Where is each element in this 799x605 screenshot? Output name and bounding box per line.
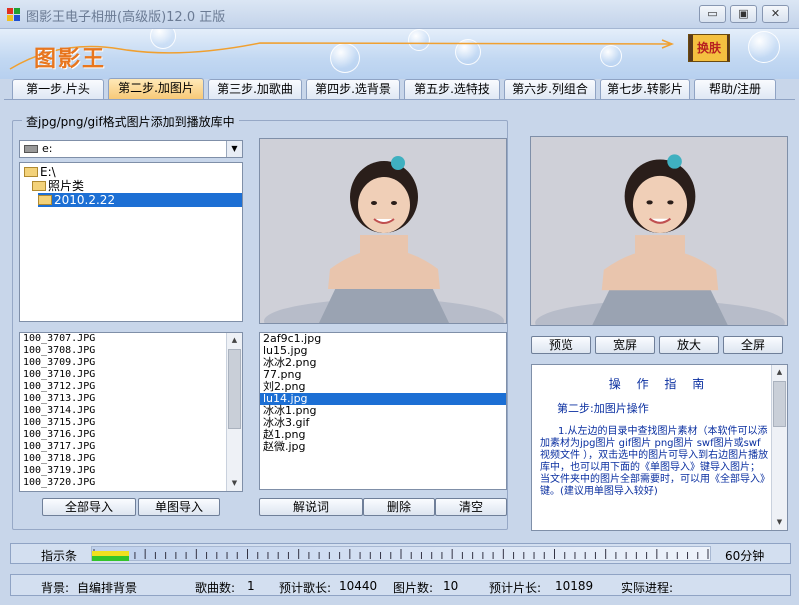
list-item[interactable]: 100_3712.JPG xyxy=(20,381,242,393)
status-pics-label: 图片数: xyxy=(393,581,434,595)
status-song-len-value: 10440 xyxy=(339,579,378,593)
tab-step5[interactable]: 第五步.选特技 xyxy=(404,79,500,99)
main-panel: 查jpg/png/gif格式图片添加到播放库中 e: ▼ E:\ 照片类 201… xyxy=(4,99,795,539)
import-single-button[interactable]: 单图导入 xyxy=(138,498,220,516)
play-library-list[interactable]: 2af9c1.jpg lu15.jpg 冰冰2.png 77.png 刘2.pn… xyxy=(259,332,507,490)
status-song-len-label: 预计歌长: xyxy=(279,581,332,595)
tab-step6[interactable]: 第六步.列组合 xyxy=(504,79,596,99)
indicator-label: 指示条 xyxy=(41,549,78,563)
folder-icon xyxy=(24,167,38,177)
status-bg-label: 背景: xyxy=(41,581,70,595)
portrait-photo xyxy=(260,139,506,323)
list-item[interactable]: 100_3714.JPG xyxy=(20,405,242,417)
guide-body: 1.从左边的目录中查找图片素材（本软件可以添加素材为jpg图片 gif图片 pn… xyxy=(540,426,769,497)
drive-value: e: xyxy=(42,142,53,155)
list-item[interactable]: 100_3718.JPG xyxy=(20,453,242,465)
list-item[interactable]: 100_3719.JPG xyxy=(20,465,242,477)
banner-swoosh xyxy=(9,39,675,70)
folder-icon xyxy=(32,181,46,191)
import-all-button[interactable]: 全部导入 xyxy=(42,498,136,516)
list-item[interactable]: 100_3707.JPG xyxy=(20,333,242,345)
fullscreen-button[interactable]: 全屏 xyxy=(723,336,783,354)
folder-tree[interactable]: E:\ 照片类 2010.2.22 xyxy=(19,162,243,322)
indicator-track xyxy=(91,546,711,561)
tab-step4[interactable]: 第四步.选背景 xyxy=(306,79,400,99)
tab-step1[interactable]: 第一步.片头 xyxy=(12,79,104,99)
status-pics-value: 10 xyxy=(443,579,459,593)
drive-icon xyxy=(24,145,38,153)
delete-button[interactable]: 删除 xyxy=(363,498,435,516)
title-bar: 图影王电子相册(高级版)12.0 正版 ▭ ▣ ✕ xyxy=(0,0,799,29)
tab-step7[interactable]: 第七步.转影片 xyxy=(600,79,690,99)
file-list-scrollbar[interactable]: ▲ ▼ xyxy=(226,333,242,491)
maximize-button[interactable]: ▣ xyxy=(730,5,757,23)
minimize-icon: ▭ xyxy=(707,7,718,20)
scroll-thumb[interactable] xyxy=(773,381,786,427)
source-photo-preview xyxy=(259,138,507,324)
banner: 图影王 换肤 xyxy=(0,29,799,79)
zoom-button[interactable]: 放大 xyxy=(659,336,719,354)
indicator-fill xyxy=(92,556,130,561)
list-item[interactable]: 100_3717.JPG xyxy=(20,441,242,453)
preview-button[interactable]: 预览 xyxy=(531,336,591,354)
operation-guide: 操 作 指 南 第二步:加图片操作 1.从左边的目录中查找图片素材（本软件可以添… xyxy=(531,364,788,531)
status-bg-value: 自编排背景 xyxy=(77,581,138,595)
scroll-up-icon[interactable]: ▲ xyxy=(227,333,242,348)
tree-node-selected[interactable]: 2010.2.22 xyxy=(38,193,242,207)
skin-swap-button[interactable]: 换肤 xyxy=(688,34,730,62)
window-title: 图影王电子相册(高级版)12.0 正版 xyxy=(26,10,226,25)
maximize-icon: ▣ xyxy=(738,7,749,20)
tree-node-folder[interactable]: 照片类 xyxy=(32,179,84,193)
guide-title: 操 作 指 南 xyxy=(608,377,711,391)
close-button[interactable]: ✕ xyxy=(762,5,789,23)
tab-step2[interactable]: 第二步.加图片 xyxy=(108,78,204,99)
status-songs-value: 1 xyxy=(247,579,255,593)
caption-button[interactable]: 解说词 xyxy=(259,498,363,516)
clear-button[interactable]: 清空 xyxy=(435,498,507,516)
indicator-ticks xyxy=(93,549,709,559)
scroll-down-icon[interactable]: ▼ xyxy=(772,515,787,530)
scroll-up-icon[interactable]: ▲ xyxy=(772,365,787,380)
list-item[interactable]: 100_3708.JPG xyxy=(20,345,242,357)
guide-scrollbar[interactable]: ▲ ▼ xyxy=(771,365,787,530)
close-icon: ✕ xyxy=(770,7,781,20)
list-item[interactable]: 100_3720.JPG xyxy=(20,477,242,489)
minimize-button[interactable]: ▭ xyxy=(699,5,726,23)
status-bar: 背景: 自编排背景 歌曲数: 1 预计歌长: 10440 图片数: 10 预计片… xyxy=(10,574,791,596)
status-film-len-value: 10189 xyxy=(555,579,594,593)
indicator-panel: 指示条 60分钟 xyxy=(10,543,791,564)
status-songs-label: 歌曲数: xyxy=(195,581,236,595)
list-item[interactable]: 赵微.jpg xyxy=(260,441,506,453)
tab-step3[interactable]: 第三步.加歌曲 xyxy=(208,79,302,99)
list-item[interactable]: 100_3713.JPG xyxy=(20,393,242,405)
drive-select[interactable]: e: ▼ xyxy=(19,140,243,158)
tree-node-root[interactable]: E:\ xyxy=(24,165,56,179)
folder-open-icon xyxy=(38,195,52,205)
list-item[interactable]: 100_3716.JPG xyxy=(20,429,242,441)
widescreen-button[interactable]: 宽屏 xyxy=(595,336,655,354)
app-logo: 图影王 xyxy=(34,47,107,72)
status-film-len-label: 预计片长: xyxy=(489,581,542,595)
scroll-thumb[interactable] xyxy=(228,349,241,429)
list-item[interactable]: 100_3715.JPG xyxy=(20,417,242,429)
app-icon xyxy=(7,8,20,21)
list-item[interactable]: 100_3709.JPG xyxy=(20,357,242,369)
file-list[interactable]: 100_3707.JPG 100_3708.JPG 100_3709.JPG 1… xyxy=(19,332,243,492)
scroll-down-icon[interactable]: ▼ xyxy=(227,476,242,491)
indicator-end-label: 60分钟 xyxy=(725,549,765,563)
portrait-photo-preview xyxy=(531,137,787,325)
chevron-down-icon[interactable]: ▼ xyxy=(226,141,242,157)
guide-step: 第二步:加图片操作 xyxy=(557,402,649,415)
status-progress-label: 实际进程: xyxy=(621,581,674,595)
tab-help[interactable]: 帮助/注册 xyxy=(694,79,776,99)
list-item[interactable]: 100_3710.JPG xyxy=(20,369,242,381)
play-preview xyxy=(530,136,788,326)
group-title: 查jpg/png/gif格式图片添加到播放库中 xyxy=(22,113,239,130)
